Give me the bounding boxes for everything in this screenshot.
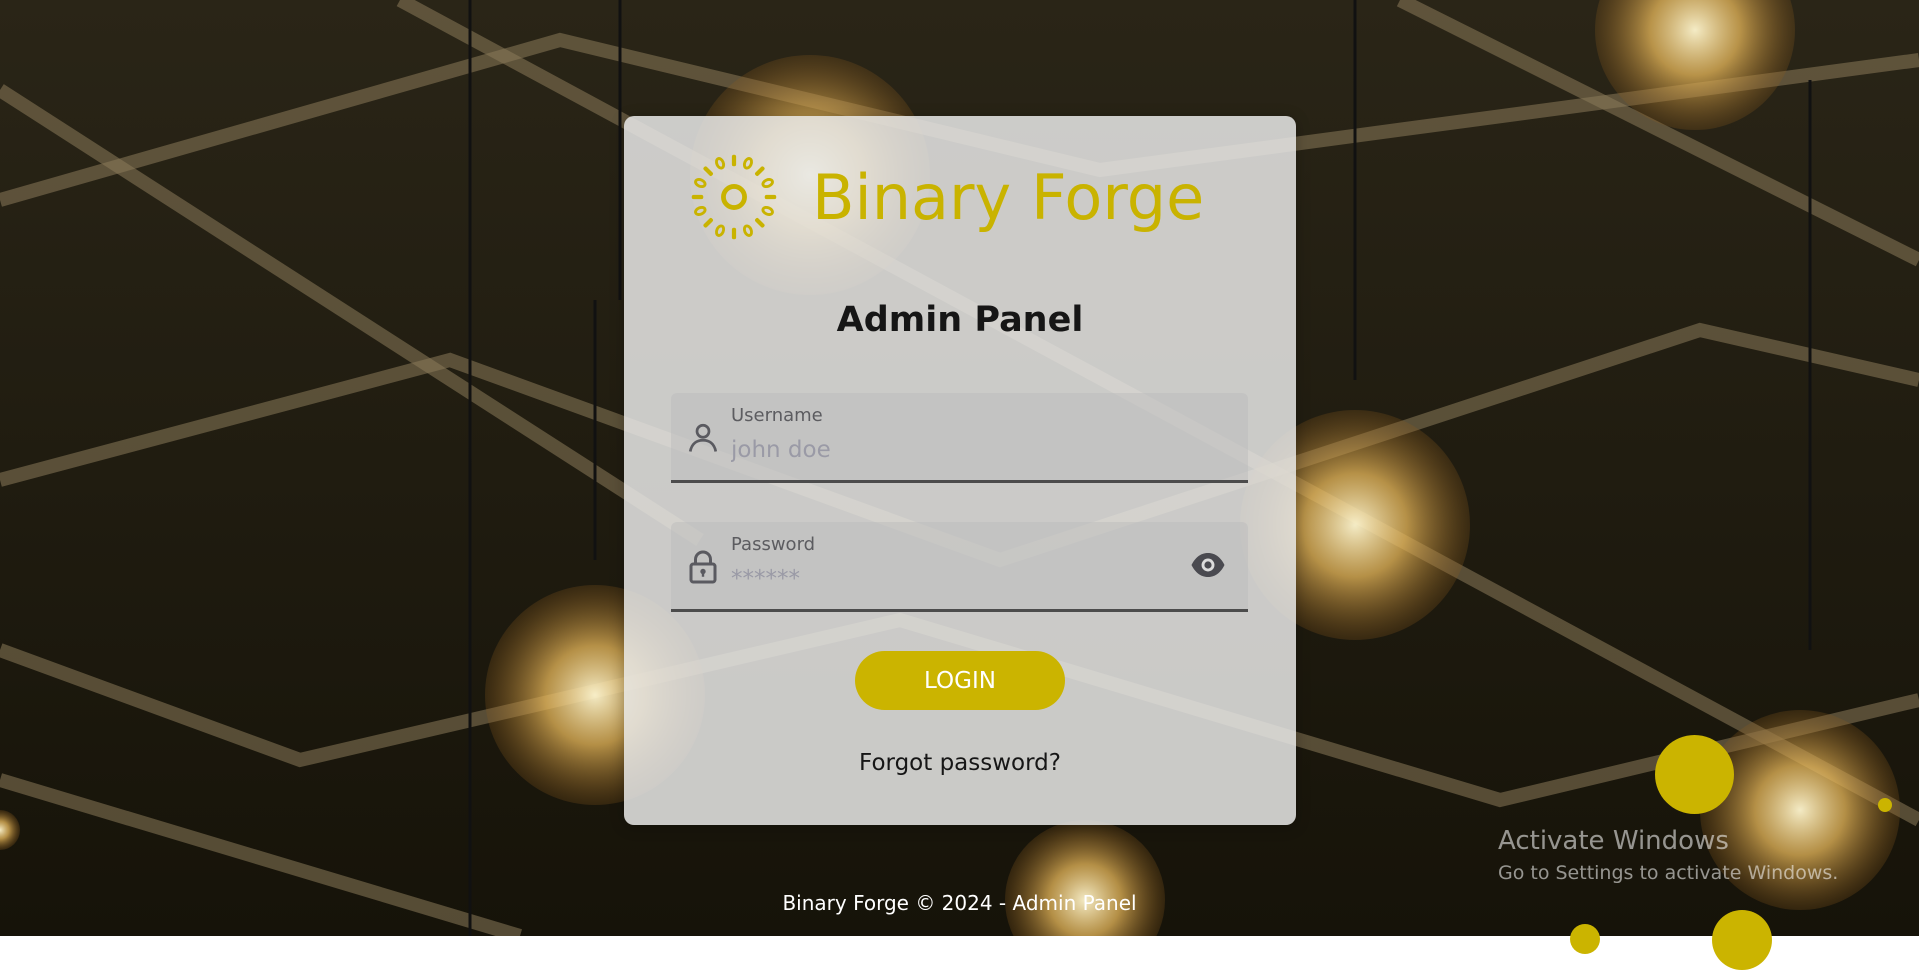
decorative-dot-bottom-right	[1712, 910, 1772, 970]
logo-ring-mark	[755, 166, 765, 176]
username-field[interactable]: Username	[671, 393, 1248, 483]
watermark-title: Activate Windows	[1498, 826, 1729, 856]
lock-icon	[689, 550, 717, 584]
logo-ring-mark	[694, 178, 707, 189]
user-icon	[688, 423, 718, 452]
logo-ring-mark	[703, 166, 713, 176]
username-label: Username	[731, 405, 823, 426]
logo-ring-mark	[742, 224, 753, 237]
forgot-password-link[interactable]: Forgot password?	[624, 750, 1296, 776]
username-input[interactable]	[731, 437, 1151, 463]
logo-ring-mark	[764, 194, 777, 200]
logo-ring-mark	[715, 157, 726, 170]
logo-ring-mark	[731, 227, 737, 240]
brand-header: Binary Forge	[686, 142, 1204, 252]
binary-ring-logo-icon	[691, 154, 777, 240]
brand-name: Binary Forge	[812, 160, 1205, 234]
login-card: Binary Forge Admin Panel Username Passwo…	[624, 116, 1296, 825]
logo-ring-mark	[731, 154, 737, 167]
logo-ring-mark	[703, 218, 713, 228]
logo-ring-mark	[694, 205, 707, 216]
logo-ring-mark	[761, 178, 774, 189]
activate-windows-watermark: Activate Windows Go to Settings to activ…	[1498, 826, 1838, 884]
decorative-dot-large	[1655, 735, 1734, 814]
password-input[interactable]	[731, 566, 1151, 592]
decorative-dot-bottom-left	[1570, 924, 1600, 954]
eye-icon[interactable]	[1190, 550, 1226, 580]
logo-ring-mark	[755, 218, 765, 228]
logo-ring-mark	[761, 205, 774, 216]
login-button[interactable]: LOGIN	[855, 651, 1065, 710]
logo-ring-mark	[691, 194, 704, 200]
password-label: Password	[731, 534, 816, 555]
watermark-subtitle: Go to Settings to activate Windows.	[1498, 862, 1839, 884]
password-field[interactable]: Password	[671, 522, 1248, 612]
page-title: Admin Panel	[836, 300, 1084, 340]
logo-ring-mark	[742, 157, 753, 170]
logo-ring-mark	[715, 224, 726, 237]
footer-text: Binary Forge © 2024 - Admin Panel	[782, 891, 1137, 915]
decorative-dot-small	[1878, 798, 1892, 812]
